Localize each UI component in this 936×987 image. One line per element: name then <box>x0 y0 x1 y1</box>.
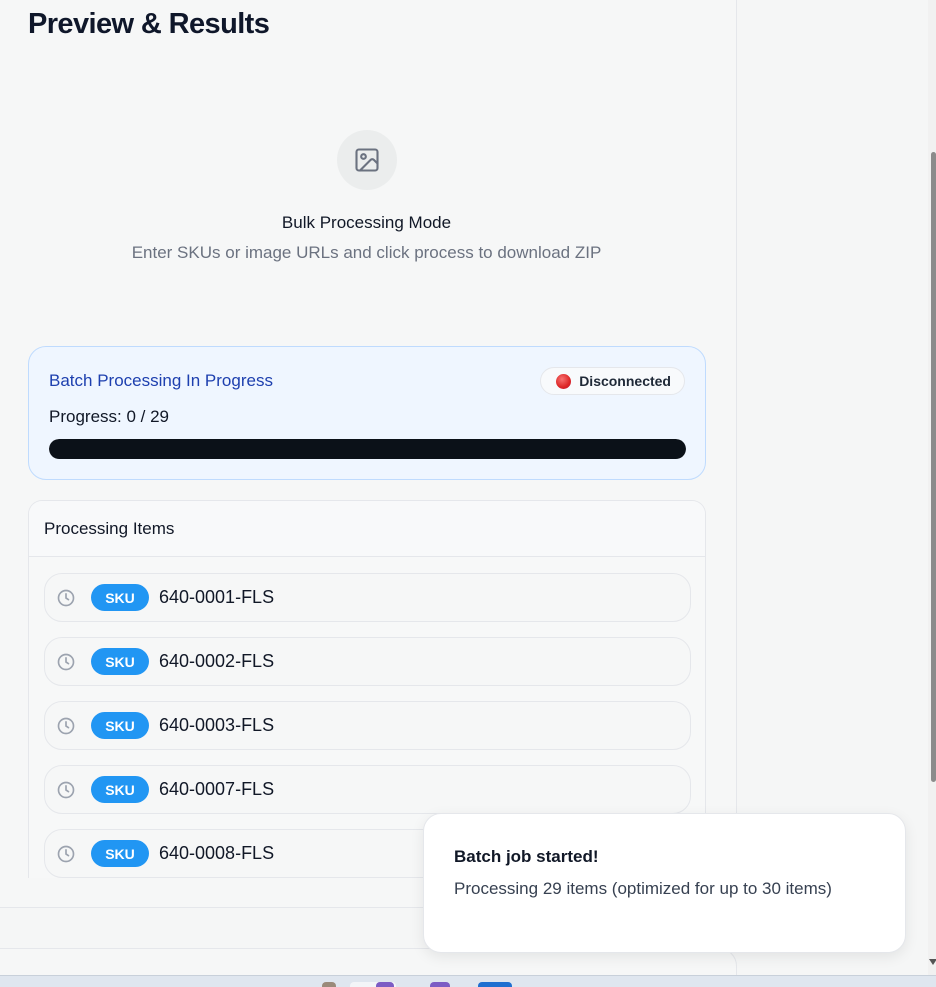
toast-message: Processing 29 items (optimized for up to… <box>454 879 832 898</box>
sku-badge: SKU <box>91 776 149 803</box>
image-icon <box>337 130 397 190</box>
connection-status-badge: Disconnected <box>540 367 685 395</box>
empty-state-heading: Bulk Processing Mode <box>281 213 452 232</box>
progress-label: Progress: 0 / 29 <box>49 407 170 426</box>
progress-bar <box>49 439 686 459</box>
taskbar-app-icon[interactable] <box>430 982 450 987</box>
scrollbar-thumb[interactable] <box>931 152 936 782</box>
toast-notification[interactable]: Batch job started! Processing 29 items (… <box>423 813 906 953</box>
clock-icon <box>57 781 75 799</box>
sku-badge: SKU <box>91 584 149 611</box>
batch-title: Batch Processing In Progress <box>49 371 273 390</box>
clock-icon <box>57 589 75 607</box>
scroll-down-arrow-icon[interactable] <box>929 959 936 965</box>
clock-icon <box>57 717 75 735</box>
taskbar <box>0 975 936 987</box>
sku-badge: SKU <box>91 712 149 739</box>
empty-state-subtext: Enter SKUs or image URLs and click proce… <box>131 243 602 262</box>
sku-value: 640-0007-FLS <box>159 779 275 799</box>
sku-badge: SKU <box>91 840 149 867</box>
sku-value: 640-0001-FLS <box>159 587 275 607</box>
sku-badge: SKU <box>91 648 149 675</box>
list-item[interactable]: SKU 640-0001-FLS <box>44 573 691 622</box>
clock-icon <box>57 653 75 671</box>
progress-bar-fill <box>49 439 686 459</box>
clock-icon <box>57 845 75 863</box>
toast-title: Batch job started! <box>454 847 599 866</box>
processing-items-header: Processing Items <box>29 501 705 557</box>
sku-value: 640-0003-FLS <box>159 715 275 735</box>
list-item[interactable]: SKU 640-0007-FLS <box>44 765 691 814</box>
sku-value: 640-0002-FLS <box>159 651 275 671</box>
taskbar-app-icon[interactable] <box>322 982 336 987</box>
connection-status-label: Disconnected <box>579 373 671 389</box>
batch-progress-card: Batch Processing In Progress Disconnecte… <box>28 346 706 480</box>
taskbar-app-icon[interactable] <box>376 982 394 987</box>
list-item[interactable]: SKU 640-0002-FLS <box>44 637 691 686</box>
list-item[interactable]: SKU 640-0003-FLS <box>44 701 691 750</box>
sku-value: 640-0008-FLS <box>159 843 275 863</box>
taskbar-app-icon[interactable] <box>478 982 512 987</box>
status-dot-icon <box>556 373 572 389</box>
page-title: Preview & Results <box>28 8 270 40</box>
